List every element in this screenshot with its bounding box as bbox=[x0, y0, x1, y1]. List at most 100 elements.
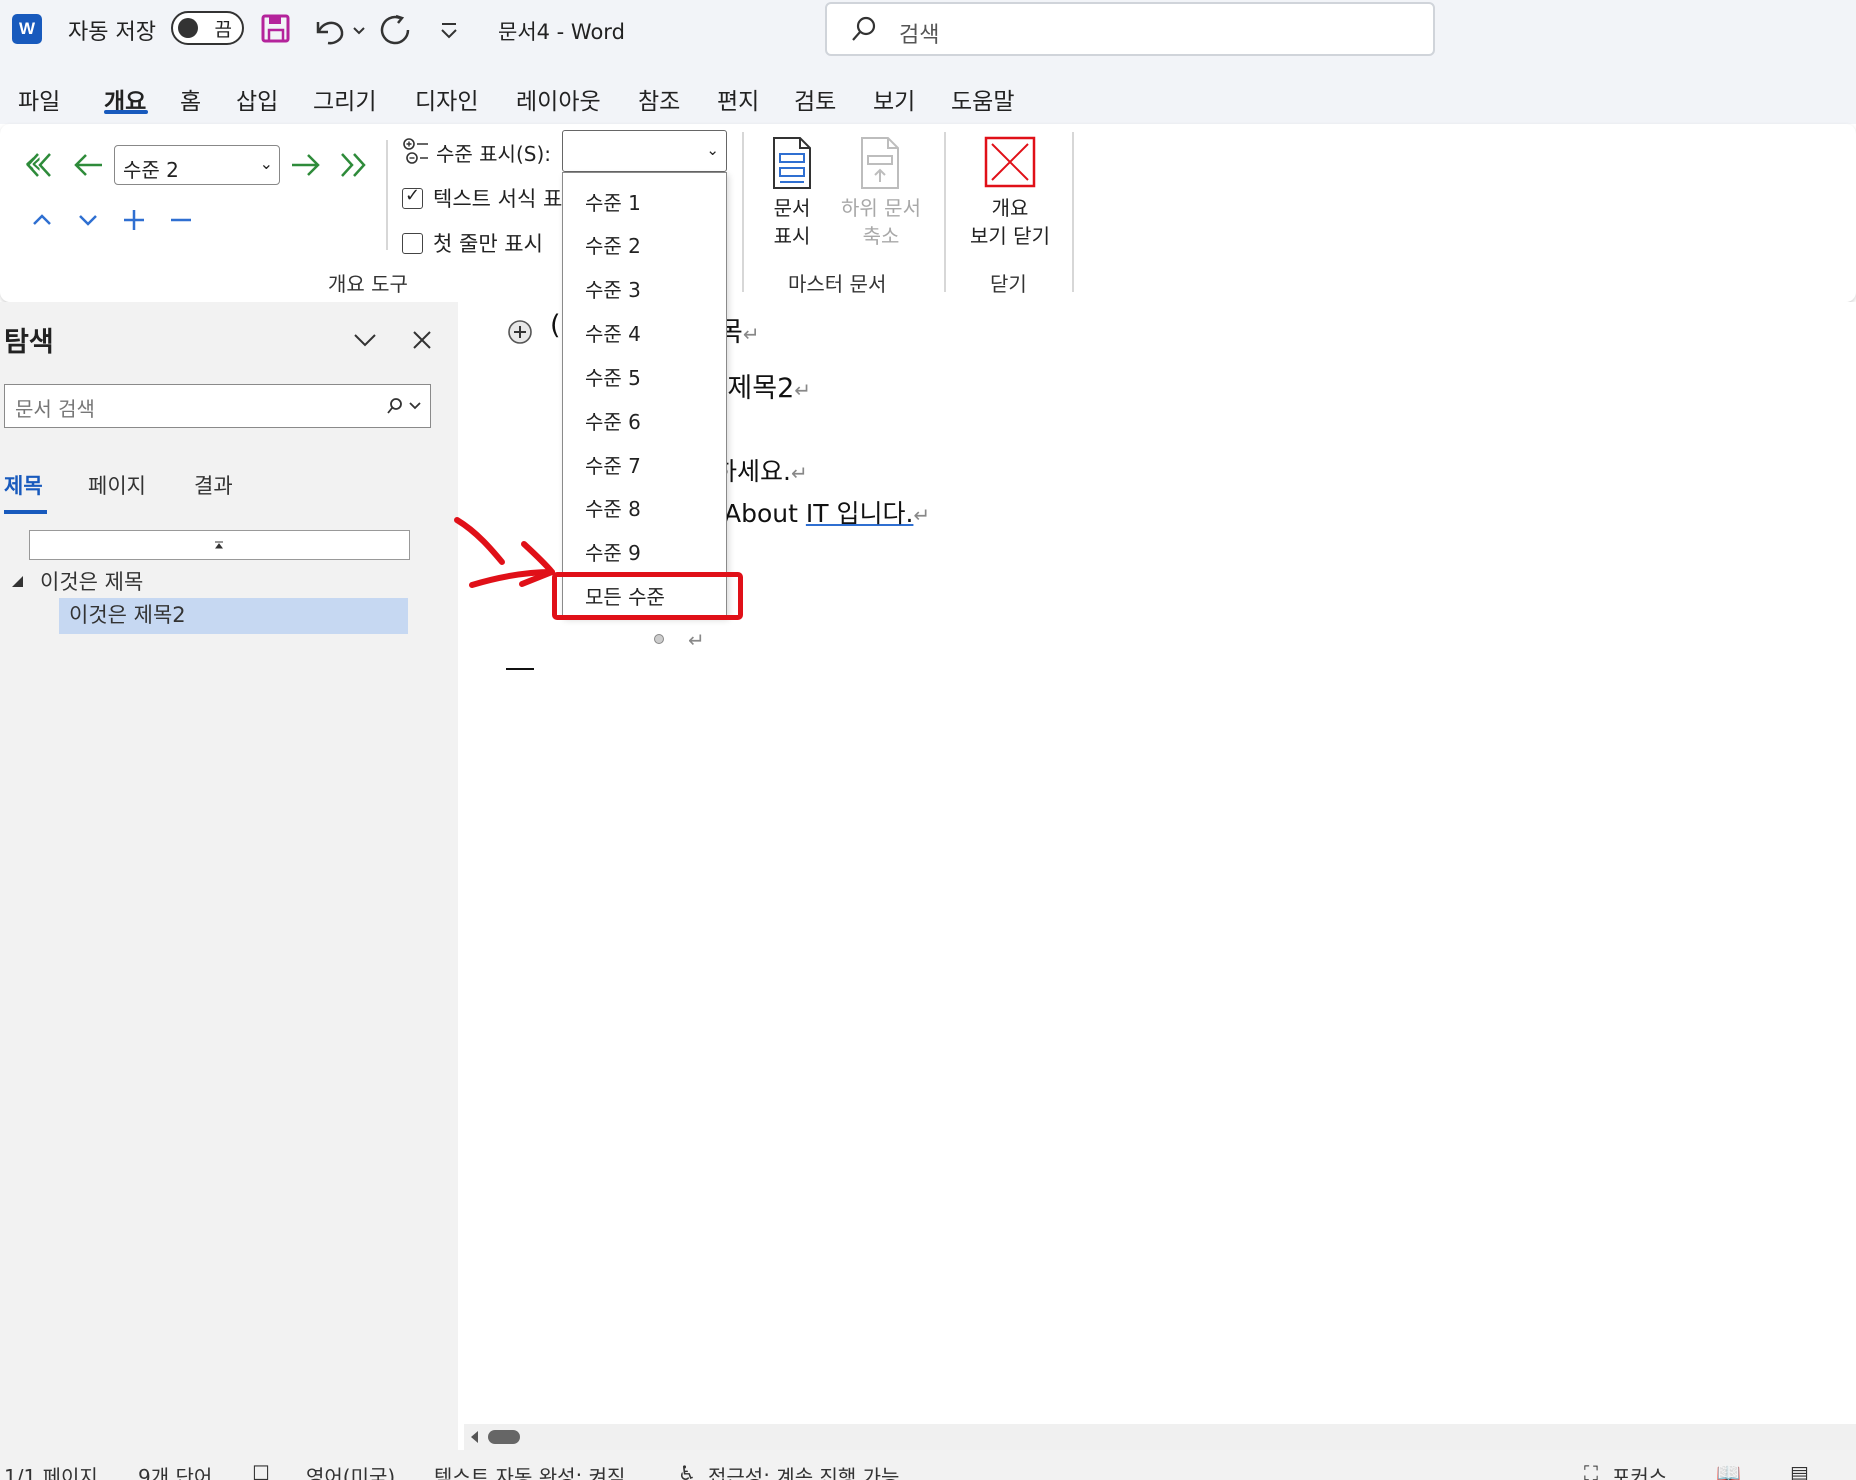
dropdown-item-level-9[interactable]: 수준 9 bbox=[585, 537, 641, 566]
read-mode-icon[interactable]: 📖 bbox=[1716, 1461, 1741, 1480]
horizontal-scrollbar[interactable] bbox=[464, 1424, 1856, 1450]
paragraph-mark-icon: ↵ bbox=[913, 503, 931, 527]
autosave-state: 끔 bbox=[214, 19, 232, 41]
customize-toolbar-icon[interactable] bbox=[438, 10, 460, 48]
collapse-subdocuments-button: 하위 문서 축소 bbox=[832, 194, 930, 250]
tab-insert[interactable]: 삽입 bbox=[236, 82, 278, 116]
doc-heading1-prefix: ( bbox=[550, 310, 561, 341]
save-icon[interactable] bbox=[260, 10, 292, 48]
search-box[interactable]: 검색 bbox=[825, 2, 1435, 56]
status-bar: 1/1 페이지 9개 단어 ☐ 영어(미국) 텍스트 자동 완성: 켜짐 ♿ 접… bbox=[0, 1450, 1856, 1480]
dropdown-item-level-6[interactable]: 수준 6 bbox=[585, 406, 641, 435]
demote-icon[interactable] bbox=[288, 148, 322, 182]
promote-to-heading1-button[interactable] bbox=[24, 148, 58, 182]
ribbon-divider bbox=[742, 132, 744, 292]
dropdown-item-level-2[interactable]: 수준 2 bbox=[585, 230, 641, 259]
checkbox-checked-icon bbox=[402, 185, 423, 209]
show-level-dropdown: 수준 1 수준 2 수준 3 수준 4 수준 5 수준 6 수준 7 수준 8 … bbox=[562, 172, 727, 617]
close-outline-view-icon[interactable] bbox=[984, 136, 1036, 188]
expand-icon[interactable] bbox=[120, 206, 148, 234]
move-down-icon[interactable] bbox=[74, 208, 102, 232]
promote-icon[interactable] bbox=[72, 148, 106, 182]
status-page-count[interactable]: 1/1 페이지 bbox=[4, 1461, 98, 1480]
show-document-label-1: 문서 bbox=[773, 196, 811, 220]
document-title: 문서4 - Word bbox=[498, 20, 625, 44]
search-placeholder: 검색 bbox=[899, 23, 940, 48]
title-bar: W 자동 저장 끔 문서4 - Word 검색 bbox=[0, 0, 1856, 64]
show-document-icon[interactable] bbox=[770, 136, 814, 190]
demote-to-body-text-icon[interactable] bbox=[334, 148, 368, 182]
dropdown-item-level-1[interactable]: 수준 1 bbox=[585, 187, 641, 216]
menu-bar: 파일 개요 홈 삽입 그리기 디자인 레이아웃 참조 편지 검토 보기 도움말 bbox=[0, 64, 1856, 124]
nav-tab-pages[interactable]: 페이지 bbox=[88, 470, 146, 500]
ribbon-divider bbox=[386, 140, 388, 250]
collapse-subdocuments-icon bbox=[861, 137, 899, 189]
document-search-input[interactable]: 문서 검색 bbox=[4, 384, 431, 428]
dropdown-item-level-7[interactable]: 수준 7 bbox=[585, 450, 641, 479]
nav-tab-headings[interactable]: 제목 bbox=[4, 470, 43, 500]
outline-expand-symbol-icon[interactable] bbox=[506, 318, 534, 346]
ribbon-divider bbox=[1072, 132, 1074, 292]
nav-tab-results[interactable]: 결과 bbox=[194, 470, 233, 500]
expand-triangle-icon[interactable] bbox=[10, 574, 26, 590]
move-up-icon[interactable] bbox=[28, 208, 56, 232]
show-first-line-only-checkbox[interactable]: 첫 줄만 표시 bbox=[402, 228, 543, 258]
active-tab-indicator bbox=[104, 110, 148, 114]
undo-icon[interactable] bbox=[310, 10, 370, 48]
scrollbar-thumb[interactable] bbox=[488, 1430, 520, 1444]
tab-home[interactable]: 홈 bbox=[180, 82, 201, 116]
status-word-count[interactable]: 9개 단어 bbox=[138, 1461, 212, 1480]
dropdown-item-level-3[interactable]: 수준 3 bbox=[585, 274, 641, 303]
print-layout-icon[interactable]: ▤ bbox=[1790, 1461, 1809, 1480]
dropdown-item-level-4[interactable]: 수준 4 bbox=[585, 318, 641, 347]
dropdown-item-level-8[interactable]: 수준 8 bbox=[585, 493, 641, 522]
close-group-label: 닫기 bbox=[990, 272, 1027, 296]
collapse-subdocs-label-1: 하위 문서 bbox=[841, 196, 921, 220]
paragraph-mark-icon: ↵ bbox=[688, 628, 705, 652]
toggle-knob bbox=[178, 18, 198, 38]
tab-mailings[interactable]: 편지 bbox=[717, 82, 759, 116]
close-outline-label-2: 보기 닫기 bbox=[970, 224, 1050, 248]
chevron-down-icon[interactable] bbox=[350, 328, 380, 352]
close-outline-view-button[interactable]: 개요 보기 닫기 bbox=[960, 194, 1060, 250]
nav-heading-item-selected[interactable]: 이것은 제목2 bbox=[59, 598, 408, 634]
search-icon bbox=[852, 16, 876, 41]
end-of-document-mark bbox=[506, 668, 534, 670]
search-options-icon[interactable] bbox=[384, 395, 424, 417]
status-language[interactable]: 영어(미국) bbox=[306, 1461, 395, 1480]
outline-level-select[interactable]: 수준 2 ⌄ bbox=[114, 145, 280, 185]
doc-body-line2: About IT 입니다.↵ bbox=[724, 499, 931, 528]
show-level-select[interactable]: ⌄ bbox=[562, 130, 727, 172]
tab-draw[interactable]: 그리기 bbox=[313, 82, 376, 116]
status-accessibility[interactable]: 접근성: 계속 진행 가능 bbox=[708, 1461, 899, 1480]
annotation-arrow-icon bbox=[454, 517, 555, 588]
tab-review[interactable]: 검토 bbox=[794, 82, 836, 116]
autosave-toggle[interactable]: 끔 bbox=[171, 11, 244, 45]
nav-heading-item[interactable]: 이것은 제목 bbox=[40, 566, 143, 596]
outline-level-value: 수준 2 bbox=[123, 158, 179, 182]
dropdown-item-level-5[interactable]: 수준 5 bbox=[585, 362, 641, 391]
collapse-icon[interactable] bbox=[167, 206, 195, 234]
show-document-button[interactable]: 문서 표시 bbox=[768, 194, 816, 250]
tab-view[interactable]: 보기 bbox=[873, 82, 915, 116]
show-document-label-2: 표시 bbox=[773, 224, 811, 248]
status-autocomplete[interactable]: 텍스트 자동 완성: 켜짐 bbox=[434, 1461, 625, 1480]
show-text-formatting-label: 텍스트 서식 표 bbox=[433, 187, 563, 211]
tab-references[interactable]: 참조 bbox=[638, 82, 680, 116]
tab-layout[interactable]: 레이아웃 bbox=[516, 82, 601, 116]
proofing-icon[interactable]: ☐ bbox=[252, 1461, 270, 1480]
paragraph-mark-icon: ↵ bbox=[790, 461, 808, 485]
close-outline-label-1: 개요 bbox=[991, 196, 1029, 220]
word-app-icon: W bbox=[12, 14, 46, 44]
tab-file[interactable]: 파일 bbox=[18, 82, 60, 116]
status-focus[interactable]: 포커스 bbox=[1612, 1461, 1667, 1480]
show-first-line-only-label: 첫 줄만 표시 bbox=[433, 232, 543, 256]
close-icon[interactable] bbox=[408, 326, 436, 354]
tab-design[interactable]: 디자인 bbox=[415, 82, 478, 116]
show-text-formatting-checkbox[interactable]: 텍스트 서식 표 bbox=[402, 183, 562, 213]
redo-icon[interactable] bbox=[378, 10, 414, 48]
scroll-left-icon[interactable] bbox=[468, 1430, 482, 1444]
ribbon-divider bbox=[944, 132, 946, 292]
collapse-all-bar[interactable] bbox=[29, 530, 410, 560]
tab-help[interactable]: 도움말 bbox=[951, 82, 1014, 116]
